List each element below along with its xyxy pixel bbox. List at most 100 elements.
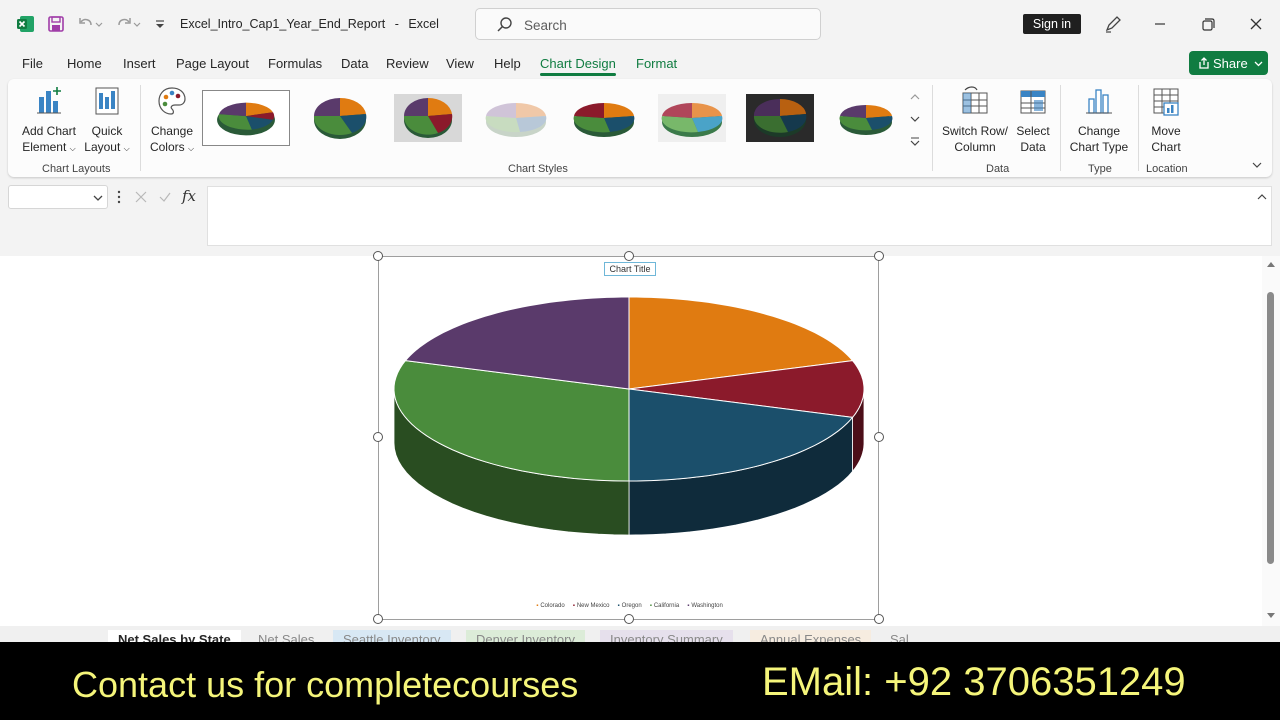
- scroll-down-icon[interactable]: [1266, 612, 1276, 620]
- legend-label: Washington: [691, 603, 723, 609]
- quick-layout-label-1: Quick: [91, 124, 123, 138]
- collapse-ribbon-icon[interactable]: [1251, 159, 1263, 171]
- scroll-up-icon[interactable]: [1266, 260, 1276, 268]
- redo-icon[interactable]: [114, 14, 134, 34]
- chart-style-6[interactable]: [658, 92, 726, 144]
- legend-marker: ▪: [617, 603, 620, 609]
- chevron-down-icon: ⌵: [187, 144, 195, 153]
- document-title: Excel_Intro_Cap1_Year_End_Report - Excel: [180, 17, 439, 31]
- move-chart-button[interactable]: Move Chart: [1144, 85, 1188, 155]
- collapse-formula-bar-icon[interactable]: [1256, 192, 1268, 202]
- vertical-scrollbar[interactable]: [1262, 256, 1280, 626]
- resize-handle-top[interactable]: [624, 251, 634, 261]
- legend-entry-new-mexico[interactable]: ▪ New Mexico: [573, 603, 610, 609]
- chart-style-5[interactable]: [570, 92, 638, 144]
- chart-style-1[interactable]: [202, 90, 290, 146]
- tab-view[interactable]: View: [446, 56, 474, 71]
- customize-toolbar-icon[interactable]: [152, 14, 168, 34]
- resize-handle-bottom[interactable]: [624, 614, 634, 624]
- tab-formulas[interactable]: Formulas: [268, 56, 322, 71]
- chart-style-7[interactable]: [746, 92, 814, 144]
- cancel-icon[interactable]: [134, 190, 148, 204]
- move-chart-label-2: Chart: [1151, 140, 1181, 154]
- chart-title[interactable]: Chart Title: [604, 262, 656, 276]
- tab-format[interactable]: Format: [636, 56, 677, 71]
- switch-row-column-button[interactable]: Switch Row/ Column: [938, 85, 1012, 155]
- tab-insert[interactable]: Insert: [123, 56, 156, 71]
- tab-page-layout[interactable]: Page Layout: [176, 56, 249, 71]
- app-name: Excel: [408, 17, 439, 31]
- resize-handle-top-right[interactable]: [874, 251, 884, 261]
- chevron-up-icon[interactable]: [909, 91, 921, 103]
- quick-layout-button[interactable]: Quick Layout ⌵: [84, 85, 130, 157]
- group-label-chart-layouts: Chart Layouts: [42, 163, 111, 175]
- legend-entry-oregon[interactable]: ▪ Oregon: [618, 603, 642, 609]
- tab-help[interactable]: Help: [494, 56, 521, 71]
- tab-data[interactable]: Data: [341, 56, 368, 71]
- more-options-icon[interactable]: [114, 189, 124, 205]
- title-bar: Excel_Intro_Cap1_Year_End_Report - Excel…: [0, 0, 1280, 48]
- add-chart-element-button[interactable]: Add Chart Element ⌵: [18, 85, 80, 157]
- select-data-button[interactable]: Select Data: [1012, 85, 1054, 155]
- file-name: Excel_Intro_Cap1_Year_End_Report: [180, 17, 386, 31]
- legend-label: New Mexico: [576, 603, 610, 609]
- chart-style-2[interactable]: [306, 92, 374, 144]
- excel-logo-icon: [17, 16, 34, 32]
- undo-icon[interactable]: [76, 14, 96, 34]
- add-chart-element-label-1: Add Chart: [21, 124, 77, 138]
- resize-handle-bottom-right[interactable]: [874, 614, 884, 624]
- save-icon[interactable]: [46, 14, 66, 34]
- tab-chart-design[interactable]: Chart Design: [540, 56, 616, 76]
- change-colors-label-1: Change: [150, 124, 194, 138]
- enter-icon[interactable]: [158, 190, 172, 204]
- chart-legend[interactable]: ▪ Colorado ▪ New Mexico ▪ Oregon ▪ California ▪ W…: [379, 603, 880, 609]
- change-colors-button[interactable]: Change Colors ⌵: [146, 85, 198, 157]
- chevron-down-icon: ⌵: [123, 144, 130, 153]
- tab-file[interactable]: File: [22, 56, 43, 71]
- pen-icon[interactable]: [1102, 13, 1124, 35]
- undo-dropdown-icon[interactable]: [94, 14, 104, 34]
- quick-layout-icon: [95, 87, 119, 115]
- share-button[interactable]: Share: [1189, 51, 1268, 75]
- legend-marker: ▪: [572, 603, 575, 609]
- name-box[interactable]: [8, 185, 108, 209]
- switch-row-column-label-1: Switch Row/: [941, 124, 1009, 138]
- sign-in-button[interactable]: Sign in: [1023, 14, 1081, 34]
- group-separator: [932, 85, 933, 171]
- search-icon: [497, 17, 512, 32]
- resize-handle-right[interactable]: [874, 432, 884, 442]
- chevron-down-icon[interactable]: [1254, 59, 1263, 68]
- scrollbar-thumb[interactable]: [1267, 292, 1274, 564]
- minimize-icon[interactable]: [1149, 13, 1171, 35]
- chart-object[interactable]: Chart Title ▪ Colorado ▪ New Mexico ▪ Oregon ▪…: [378, 256, 879, 620]
- redo-dropdown-icon[interactable]: [132, 14, 142, 34]
- move-chart-icon: [1153, 88, 1179, 116]
- add-chart-element-label-2: Element ⌵: [22, 140, 76, 154]
- insert-function-icon[interactable]: fx: [182, 187, 196, 205]
- title-separator: -: [394, 17, 399, 31]
- chevron-down-icon[interactable]: [909, 113, 921, 125]
- formula-input[interactable]: [207, 186, 1272, 246]
- chart-style-4[interactable]: [482, 92, 550, 144]
- tab-home[interactable]: Home: [67, 56, 102, 71]
- group-separator: [140, 85, 141, 171]
- close-icon[interactable]: [1245, 13, 1267, 35]
- add-chart-element-icon: [37, 87, 61, 114]
- tab-review[interactable]: Review: [386, 56, 429, 71]
- search-box[interactable]: Search: [475, 8, 821, 40]
- legend-entry-washington[interactable]: ▪ Washington: [687, 603, 723, 609]
- chart-style-8[interactable]: [834, 92, 902, 144]
- chart-style-3[interactable]: [394, 92, 462, 144]
- quick-layout-label-2: Layout ⌵: [84, 140, 130, 154]
- restore-icon[interactable]: [1197, 13, 1219, 35]
- resize-handle-bottom-left[interactable]: [373, 614, 383, 624]
- chevron-down-icon[interactable]: [93, 193, 103, 203]
- legend-entry-california[interactable]: ▪ California: [650, 603, 680, 609]
- resize-handle-top-left[interactable]: [373, 251, 383, 261]
- legend-marker: ▪: [687, 603, 690, 609]
- pie-chart[interactable]: [379, 257, 880, 621]
- resize-handle-left[interactable]: [373, 432, 383, 442]
- change-chart-type-button[interactable]: Change Chart Type: [1066, 85, 1132, 155]
- more-styles-icon[interactable]: [909, 135, 921, 147]
- legend-entry-colorado[interactable]: ▪ Colorado: [536, 603, 565, 609]
